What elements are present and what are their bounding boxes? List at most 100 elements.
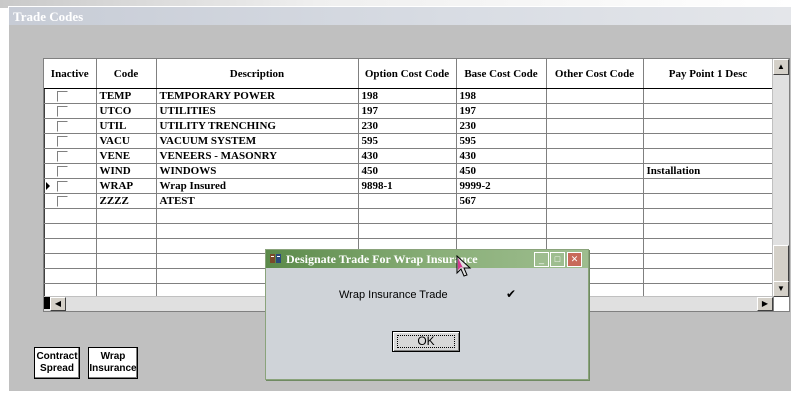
empty-cell[interactable] xyxy=(44,238,97,254)
dialog-titlebar[interactable]: Designate Trade For Wrap Insurance _ □ ✕ xyxy=(266,250,588,268)
base-cost-code-cell[interactable]: 450 xyxy=(456,163,547,179)
option-cost-code-cell[interactable]: 230 xyxy=(358,118,457,134)
inactive-checkbox[interactable] xyxy=(57,90,68,102)
base-cost-code-cell[interactable]: 595 xyxy=(456,133,547,149)
pay-point-1-desc-cell[interactable] xyxy=(643,88,774,104)
empty-cell[interactable] xyxy=(156,208,359,224)
option-cost-code-cell[interactable] xyxy=(358,193,457,209)
table-row[interactable]: UTCO UTILITIES 197 197 xyxy=(44,103,774,119)
code-cell[interactable]: UTIL xyxy=(96,118,157,134)
description-cell[interactable]: UTILITIES xyxy=(156,103,359,119)
pay-point-1-desc-cell[interactable] xyxy=(643,133,774,149)
inactive-cell[interactable] xyxy=(44,133,97,149)
scroll-left-button[interactable]: ◀ xyxy=(50,297,66,311)
inactive-cell[interactable] xyxy=(44,118,97,134)
col-header-code[interactable]: Code xyxy=(96,59,157,89)
wrap-insurance-trade-checkbox[interactable]: ✔ xyxy=(505,288,517,300)
inactive-checkbox[interactable] xyxy=(57,195,68,207)
base-cost-code-cell[interactable]: 9999-2 xyxy=(456,178,547,194)
contract-spread-button[interactable]: Contract Spread xyxy=(34,347,80,379)
other-cost-code-cell[interactable] xyxy=(546,178,644,194)
other-cost-code-cell[interactable] xyxy=(546,193,644,209)
table-row[interactable]: WIND WINDOWS 450 450 Installation xyxy=(44,163,774,179)
description-cell[interactable]: UTILITY TRENCHING xyxy=(156,118,359,134)
table-row[interactable]: VENE VENEERS - MASONRY 430 430 xyxy=(44,148,774,164)
close-icon[interactable]: ✕ xyxy=(567,252,582,267)
empty-cell[interactable] xyxy=(643,268,774,284)
maximize-icon[interactable]: □ xyxy=(550,252,565,267)
inactive-cell[interactable] xyxy=(44,163,97,179)
empty-cell[interactable] xyxy=(96,208,157,224)
empty-cell[interactable] xyxy=(44,208,97,224)
empty-cell[interactable] xyxy=(546,223,644,239)
base-cost-code-cell[interactable]: 198 xyxy=(456,88,547,104)
vertical-scroll-thumb[interactable] xyxy=(773,245,789,285)
other-cost-code-cell[interactable] xyxy=(546,103,644,119)
code-cell[interactable]: WRAP xyxy=(96,178,157,194)
pay-point-1-desc-cell[interactable]: Installation xyxy=(643,163,774,179)
code-cell[interactable]: WIND xyxy=(96,163,157,179)
pay-point-1-desc-cell[interactable] xyxy=(643,193,774,209)
empty-cell[interactable] xyxy=(44,253,97,269)
inactive-cell[interactable] xyxy=(44,88,97,104)
description-cell[interactable]: Wrap Insured xyxy=(156,178,359,194)
inactive-cell[interactable] xyxy=(44,148,97,164)
empty-cell[interactable] xyxy=(546,208,644,224)
col-header-inactive[interactable]: Inactive xyxy=(44,59,97,89)
minimize-icon[interactable]: _ xyxy=(534,252,549,267)
option-cost-code-cell[interactable]: 9898-1 xyxy=(358,178,457,194)
empty-cell[interactable] xyxy=(643,208,774,224)
base-cost-code-cell[interactable]: 197 xyxy=(456,103,547,119)
inactive-cell[interactable] xyxy=(44,103,97,119)
wrap-insurance-button[interactable]: Wrap Insurance xyxy=(88,347,138,379)
empty-cell[interactable] xyxy=(456,223,547,239)
inactive-checkbox[interactable] xyxy=(57,120,68,132)
description-cell[interactable]: WINDOWS xyxy=(156,163,359,179)
empty-cell[interactable] xyxy=(358,208,457,224)
empty-cell[interactable] xyxy=(643,223,774,239)
pay-point-1-desc-cell[interactable] xyxy=(643,118,774,134)
inactive-checkbox[interactable] xyxy=(57,180,68,192)
empty-cell[interactable] xyxy=(358,223,457,239)
code-cell[interactable]: VENE xyxy=(96,148,157,164)
option-cost-code-cell[interactable]: 198 xyxy=(358,88,457,104)
inactive-cell[interactable] xyxy=(44,178,97,194)
option-cost-code-cell[interactable]: 197 xyxy=(358,103,457,119)
ok-button[interactable]: OK xyxy=(392,331,460,352)
inactive-cell[interactable] xyxy=(44,193,97,209)
description-cell[interactable]: VENEERS - MASONRY xyxy=(156,148,359,164)
empty-cell[interactable] xyxy=(96,223,157,239)
table-row[interactable]: ZZZZ ATEST 567 xyxy=(44,193,774,209)
col-header-description[interactable]: Description xyxy=(156,59,359,89)
option-cost-code-cell[interactable]: 595 xyxy=(358,133,457,149)
empty-table-row[interactable] xyxy=(44,223,774,239)
col-header-pay-point-1-desc[interactable]: Pay Point 1 Desc xyxy=(643,59,774,89)
other-cost-code-cell[interactable] xyxy=(546,163,644,179)
pay-point-1-desc-cell[interactable] xyxy=(643,178,774,194)
empty-cell[interactable] xyxy=(643,238,774,254)
description-cell[interactable]: TEMPORARY POWER xyxy=(156,88,359,104)
empty-cell[interactable] xyxy=(96,253,157,269)
vertical-scrollbar[interactable]: ▲ ▼ xyxy=(772,59,789,297)
base-cost-code-cell[interactable]: 230 xyxy=(456,118,547,134)
base-cost-code-cell[interactable]: 430 xyxy=(456,148,547,164)
code-cell[interactable]: TEMP xyxy=(96,88,157,104)
table-row[interactable]: WRAP Wrap Insured 9898-1 9999-2 xyxy=(44,178,774,194)
code-cell[interactable]: ZZZZ xyxy=(96,193,157,209)
empty-cell[interactable] xyxy=(96,268,157,284)
pay-point-1-desc-cell[interactable] xyxy=(643,103,774,119)
col-header-base-cost-code[interactable]: Base Cost Code xyxy=(456,59,547,89)
option-cost-code-cell[interactable]: 450 xyxy=(358,163,457,179)
other-cost-code-cell[interactable] xyxy=(546,118,644,134)
code-cell[interactable]: VACU xyxy=(96,133,157,149)
empty-cell[interactable] xyxy=(44,223,97,239)
inactive-checkbox[interactable] xyxy=(57,165,68,177)
scroll-up-button[interactable]: ▲ xyxy=(773,59,789,75)
table-row[interactable]: VACU VACUUM SYSTEM 595 595 xyxy=(44,133,774,149)
other-cost-code-cell[interactable] xyxy=(546,148,644,164)
empty-cell[interactable] xyxy=(44,268,97,284)
scroll-right-button[interactable]: ▶ xyxy=(757,297,773,311)
other-cost-code-cell[interactable] xyxy=(546,133,644,149)
inactive-checkbox[interactable] xyxy=(57,150,68,162)
base-cost-code-cell[interactable]: 567 xyxy=(456,193,547,209)
